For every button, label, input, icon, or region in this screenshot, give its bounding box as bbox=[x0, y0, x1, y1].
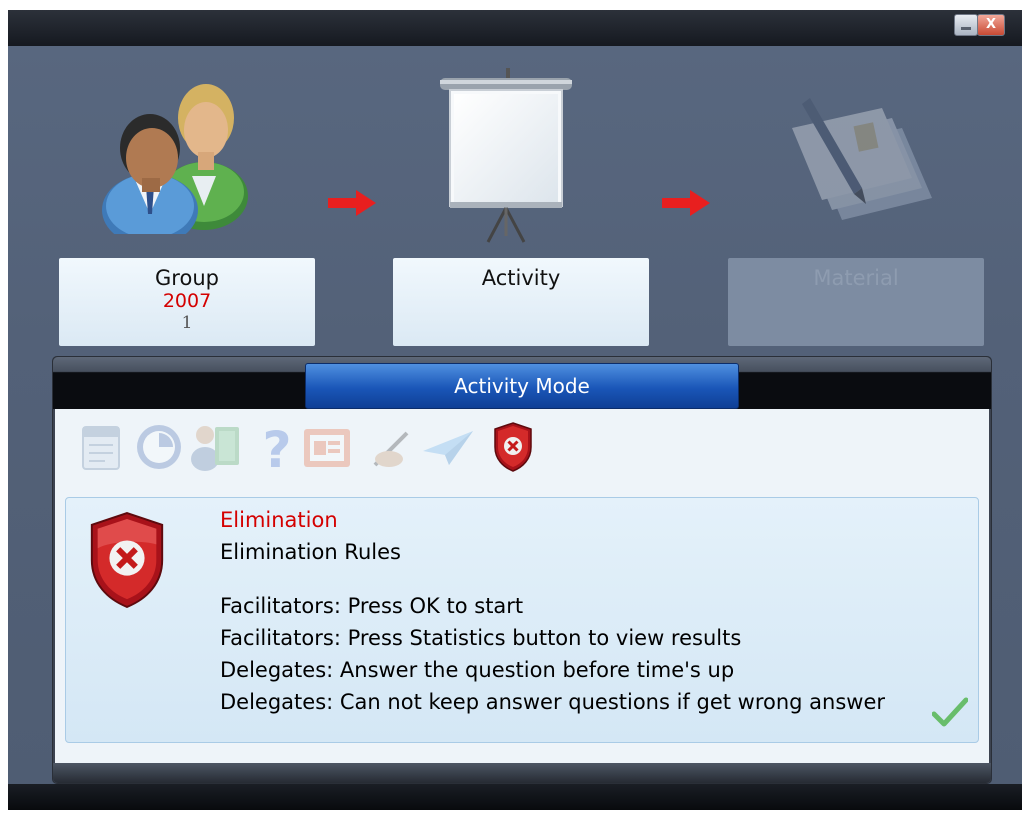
person-book-icon bbox=[191, 426, 239, 471]
step-title-material: Material bbox=[813, 266, 899, 290]
rule-line: Facilitators: Press OK to start bbox=[220, 594, 524, 618]
step-card-group[interactable]: Group 2007 1 bbox=[59, 258, 315, 346]
checkmark-ok-button[interactable] bbox=[932, 696, 968, 730]
arrow-right-icon bbox=[328, 190, 376, 216]
tool-elimination-button[interactable] bbox=[485, 421, 541, 479]
tool-writing-button[interactable] bbox=[365, 421, 421, 479]
activity-mode-tab[interactable]: Activity Mode bbox=[305, 363, 739, 409]
arrow-right-icon bbox=[662, 190, 710, 216]
minimize-button[interactable] bbox=[954, 14, 978, 36]
group-year: 2007 bbox=[162, 290, 212, 312]
people-icon[interactable] bbox=[92, 64, 262, 234]
minimize-icon bbox=[961, 27, 971, 30]
panel-header: Activity Mode bbox=[53, 357, 991, 409]
elimination-shield-icon bbox=[494, 422, 532, 472]
bottom-bar bbox=[8, 784, 1022, 810]
tool-question-button[interactable]: ? bbox=[249, 421, 305, 479]
client-area: Group 2007 1 Activity Material Activity … bbox=[8, 46, 1022, 784]
group-number: 1 bbox=[181, 313, 193, 333]
tool-statistics-button[interactable] bbox=[131, 421, 187, 479]
rule-line: Delegates: Can not keep answer questions… bbox=[220, 690, 886, 714]
activity-mode-panel: Activity Mode ? Elimination Elimination … bbox=[52, 356, 992, 784]
app-window: X Group 2007 1 Activity Material Activit… bbox=[8, 10, 1022, 810]
rules-box: Elimination Elimination Rules Facilitato… bbox=[65, 497, 979, 743]
elimination-shield-icon bbox=[90, 512, 164, 608]
step-card-activity[interactable]: Activity bbox=[393, 258, 649, 346]
tool-calendar-button[interactable] bbox=[73, 421, 129, 479]
projector-screen-icon[interactable] bbox=[436, 68, 576, 244]
close-button[interactable]: X bbox=[977, 14, 1005, 36]
documents-pen-icon[interactable] bbox=[782, 88, 942, 238]
calendar-icon bbox=[82, 426, 120, 470]
rule-line: Facilitators: Press Statistics button to… bbox=[220, 626, 742, 650]
step-title-activity: Activity bbox=[481, 266, 561, 290]
clock-chart-icon bbox=[137, 425, 181, 469]
panel-body: ? Elimination Elimination Rules Facilita… bbox=[55, 409, 989, 763]
hand-pen-icon bbox=[373, 431, 409, 467]
title-bar: X bbox=[8, 10, 1022, 46]
rules-subtitle: Elimination Rules bbox=[220, 540, 401, 564]
step-card-material[interactable]: Material bbox=[728, 258, 984, 346]
panel-footer bbox=[53, 763, 991, 783]
tool-presentation-button[interactable] bbox=[299, 421, 355, 479]
question-mark-icon: ? bbox=[262, 421, 291, 479]
svg-text:?: ? bbox=[262, 421, 291, 477]
tool-delegates-button[interactable] bbox=[189, 421, 245, 479]
tool-send-button[interactable] bbox=[419, 421, 475, 479]
rules-title: Elimination bbox=[220, 508, 338, 532]
paper-plane-icon bbox=[423, 431, 473, 465]
step-title-group: Group bbox=[155, 266, 219, 290]
rule-line: Delegates: Answer the question before ti… bbox=[220, 658, 735, 682]
close-icon: X bbox=[985, 17, 997, 32]
presentation-icon bbox=[304, 429, 350, 467]
